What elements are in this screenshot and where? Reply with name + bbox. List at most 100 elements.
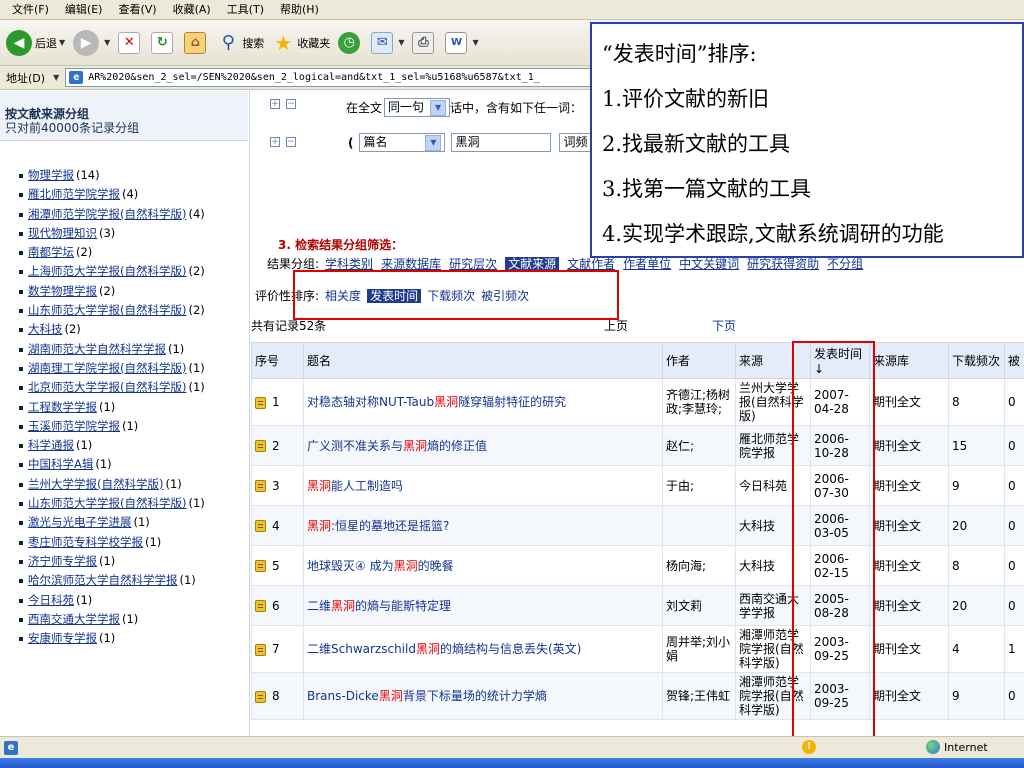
menu-favorites[interactable]: 收藏(A)	[165, 0, 219, 20]
keyword-input[interactable]: 黑洞	[451, 133, 552, 152]
source-link[interactable]: 数学物理学报	[28, 284, 97, 298]
menu-edit[interactable]: 编辑(E)	[57, 0, 111, 20]
document-icon[interactable]	[255, 690, 266, 703]
search-button[interactable]: ⚲ 搜索	[217, 26, 265, 60]
document-icon[interactable]	[255, 520, 266, 532]
source-link[interactable]: 雁北师范学院学报	[28, 187, 120, 201]
stop-button[interactable]: ✕	[118, 26, 143, 60]
cell-author: 赵仁;	[662, 425, 736, 466]
scope-select[interactable]: 同一句 ▼	[384, 98, 451, 117]
source-link[interactable]: 山东师范大学学报(自然科学版)	[28, 496, 186, 510]
annotation-point-1: 1.评价文献的新旧	[602, 87, 770, 111]
edit-button[interactable]: W ▼	[445, 26, 479, 60]
source-link[interactable]: 上海师范大学学报(自然科学版)	[28, 264, 186, 278]
grouping-option[interactable]: 来源数据库	[381, 257, 441, 271]
print-button[interactable]: ⎙	[412, 26, 437, 60]
field-select[interactable]: 篇名 ▼	[359, 133, 446, 152]
forward-button[interactable]: ▶ ▼	[73, 26, 110, 60]
column-header[interactable]: 被	[1004, 342, 1024, 379]
source-link[interactable]: 济宁师专学报	[28, 554, 97, 568]
source-count: (4)	[122, 187, 139, 202]
source-link[interactable]: 激光与光电子学进展	[28, 515, 132, 529]
menu-tools[interactable]: 工具(T)	[219, 0, 272, 20]
menu-view[interactable]: 查看(V)	[110, 0, 164, 20]
cell-title[interactable]: Brans-Dicke黑洞背景下标量场的统计力学熵	[303, 672, 663, 720]
home-button[interactable]: ⌂	[184, 26, 209, 60]
column-header[interactable]: 序号	[251, 342, 304, 379]
paren-label: (	[348, 135, 354, 150]
document-icon[interactable]	[255, 643, 266, 656]
grouping-option[interactable]: 文献作者	[567, 257, 615, 271]
scope-suffix-label: 话中，含有如下任一词：	[450, 101, 583, 115]
next-page-link[interactable]: 下页	[712, 317, 736, 334]
cell-title[interactable]: 黑洞能人工制造吗	[303, 465, 663, 506]
source-count: (2)	[64, 322, 81, 337]
cell-title[interactable]: 二维黑洞的熵与能斯特定理	[303, 585, 663, 626]
grouping-option[interactable]: 文献来源	[505, 257, 560, 271]
mail-button[interactable]: ✉ ▼	[371, 26, 404, 60]
grouping-option[interactable]: 研究获得资助	[747, 257, 819, 271]
source-link[interactable]: 今日科苑	[28, 593, 74, 607]
history-button[interactable]: ◷	[338, 26, 363, 60]
cell-author	[662, 505, 736, 546]
source-link[interactable]: 北京师范大学学报(自然科学版)	[28, 380, 186, 394]
source-link[interactable]: 玉溪师范学院学报	[28, 419, 120, 433]
document-icon[interactable]	[255, 560, 266, 572]
document-icon[interactable]	[255, 396, 266, 409]
cell-downloads: 4	[948, 625, 1005, 673]
back-arrow-icon: ◀	[6, 29, 32, 56]
cell-downloads: 9	[948, 465, 1005, 506]
grouping-option[interactable]: 学科类别	[325, 257, 373, 271]
source-link[interactable]: 大科技	[28, 322, 63, 336]
cell-title[interactable]: 二维Schwarzschild黑洞的熵结构与信息丢失(英文)	[303, 625, 663, 673]
document-icon[interactable]	[255, 480, 266, 492]
back-label: 后退	[35, 36, 57, 50]
source-count: (1)	[188, 380, 205, 395]
cell-title[interactable]: 广义测不准关系与黑洞熵的修正值	[303, 425, 663, 466]
cell-title[interactable]: 地球毁灭④ 成为黑洞的晚餐	[303, 545, 663, 586]
source-link[interactable]: 中国科学A辑	[28, 457, 93, 471]
source-link[interactable]: 西南交通大学学报	[28, 612, 120, 626]
source-link[interactable]: 山东师范大学学报(自然科学版)	[28, 303, 186, 317]
source-link[interactable]: 兰州大学学报(自然科学版)	[28, 477, 163, 491]
source-link[interactable]: 枣庄师范专科学校学报	[28, 535, 143, 549]
menu-help[interactable]: 帮助(H)	[272, 0, 327, 20]
minus-icon[interactable]: −	[286, 99, 296, 109]
favorites-button[interactable]: ★ 收藏夹	[272, 26, 330, 60]
cell-title[interactable]: 黑洞:恒星的墓地还是摇篮?	[303, 505, 663, 546]
cell-cited: 1	[1004, 625, 1024, 673]
grouping-option[interactable]: 研究层次	[449, 257, 497, 271]
source-link[interactable]: 哈尔滨师范大学自然科学学报	[28, 573, 178, 587]
source-link[interactable]: 湖南师范大学自然科学学报	[28, 342, 166, 356]
result-count: 共有记录52条	[251, 319, 327, 333]
source-link[interactable]: 湘潭师范学院学报(自然科学版)	[28, 207, 186, 221]
source-link[interactable]: 工程数学学报	[28, 400, 97, 414]
cell-title[interactable]: 对稳态轴对称NUT-Taub黑洞隧穿辐射特征的研究	[303, 378, 663, 426]
source-link[interactable]: 南都学坛	[28, 245, 74, 259]
column-header[interactable]: 来源库	[869, 342, 949, 379]
grouping-option[interactable]: 中文关键词	[679, 257, 739, 271]
source-link[interactable]: 现代物理知识	[28, 226, 97, 240]
grouping-option[interactable]: 作者单位	[623, 257, 671, 271]
source-link[interactable]: 物理学报	[28, 168, 74, 182]
document-icon[interactable]	[255, 600, 266, 612]
back-button[interactable]: ◀ 后退 ▼	[6, 26, 65, 60]
column-header[interactable]: 题名	[303, 342, 663, 379]
plus-icon[interactable]: +	[270, 137, 280, 147]
status-bar: e ! Internet	[0, 736, 1024, 758]
chevron-down-icon[interactable]: ▼	[53, 73, 59, 82]
search-icon: ⚲	[221, 32, 235, 53]
source-item: 大科技 (2)	[19, 320, 249, 339]
minus-icon[interactable]: −	[286, 137, 296, 147]
refresh-button[interactable]: ↻	[151, 26, 176, 60]
source-link[interactable]: 科学通报	[28, 438, 74, 452]
document-icon[interactable]	[255, 440, 266, 452]
source-link[interactable]: 安康师专学报	[28, 631, 97, 645]
column-header[interactable]: 下载频次	[948, 342, 1005, 379]
column-header[interactable]: 作者	[662, 342, 736, 379]
source-link[interactable]: 湖南理工学院学报(自然科学版)	[28, 361, 186, 375]
cell-cited: 0	[1004, 378, 1024, 426]
menu-file[interactable]: 文件(F)	[4, 0, 57, 20]
grouping-option[interactable]: 不分组	[827, 257, 863, 271]
plus-icon[interactable]: +	[270, 99, 280, 109]
